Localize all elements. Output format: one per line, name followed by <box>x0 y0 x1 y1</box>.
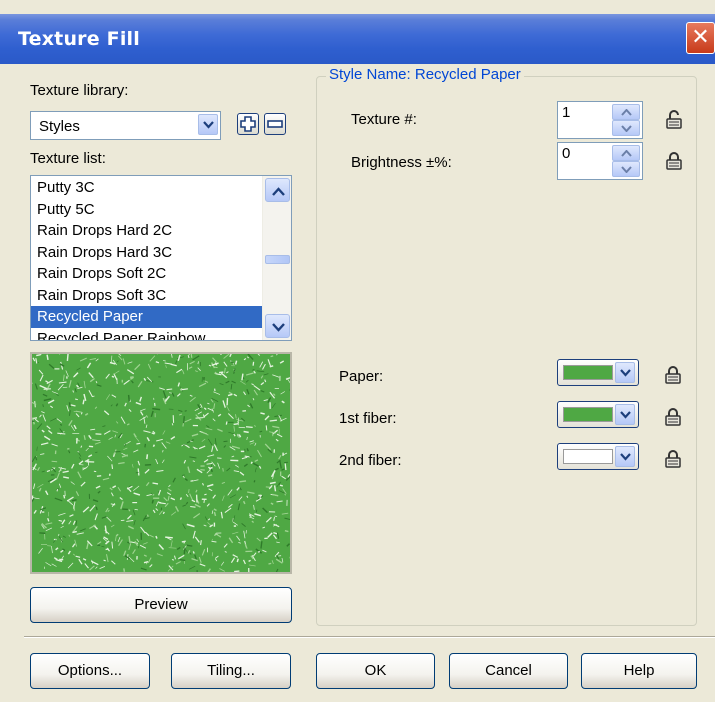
texture-number-label: Texture #: <box>351 111 417 128</box>
unlocked-icon[interactable] <box>664 110 684 130</box>
second-fiber-color-picker[interactable] <box>557 443 639 470</box>
lock-icon[interactable] <box>663 365 683 385</box>
second-fiber-label: 2nd fiber: <box>339 452 402 469</box>
texture-list[interactable]: Putty 3C Putty 5C Rain Drops Hard 2C Rai… <box>30 175 292 341</box>
cancel-button[interactable]: Cancel <box>449 653 568 689</box>
spin-down-button[interactable] <box>612 120 640 136</box>
footer-separator <box>24 636 715 638</box>
chevron-down-icon[interactable] <box>198 114 218 135</box>
preview-button[interactable]: Preview <box>30 587 292 623</box>
spin-up-button[interactable] <box>612 104 640 120</box>
first-fiber-label: 1st fiber: <box>339 410 397 427</box>
list-item[interactable]: Rain Drops Hard 3C <box>31 242 263 264</box>
style-name-title: Style Name: Recycled Paper <box>326 66 524 83</box>
ok-button[interactable]: OK <box>316 653 435 689</box>
chevron-down-icon[interactable] <box>615 404 635 425</box>
scroll-thumb[interactable] <box>265 255 290 264</box>
window-title: Texture Fill <box>18 28 140 50</box>
close-button[interactable]: ✕ <box>686 22 715 54</box>
list-item[interactable]: Rain Drops Soft 2C <box>31 263 263 285</box>
scroll-down-button[interactable] <box>265 314 290 338</box>
chevron-down-icon <box>272 323 285 332</box>
second-fiber-color-swatch <box>563 449 613 464</box>
texture-number-spinner[interactable]: 1 <box>557 101 643 139</box>
brightness-value[interactable]: 0 <box>562 145 570 162</box>
texture-list-label: Texture list: <box>30 150 106 167</box>
spin-down-button[interactable] <box>612 161 640 177</box>
list-scrollbar[interactable] <box>262 176 291 340</box>
paper-color-picker[interactable] <box>557 359 639 386</box>
texture-preview-image <box>30 352 292 574</box>
first-fiber-color-swatch <box>563 407 613 422</box>
minus-icon <box>267 120 283 128</box>
paper-color-swatch <box>563 365 613 380</box>
brightness-spinner[interactable]: 0 <box>557 142 643 180</box>
list-item[interactable]: Putty 3C <box>31 177 263 199</box>
texture-library-dropdown[interactable]: Styles <box>30 111 221 140</box>
brightness-label: Brightness ±%: <box>351 154 452 171</box>
list-item[interactable]: Putty 5C <box>31 199 263 221</box>
tiling-button[interactable]: Tiling... <box>171 653 291 689</box>
chevron-down-icon[interactable] <box>615 446 635 467</box>
list-item[interactable]: Rain Drops Hard 2C <box>31 220 263 242</box>
texture-library-value: Styles <box>39 118 80 135</box>
spin-up-button[interactable] <box>612 145 640 161</box>
plus-icon <box>240 116 256 132</box>
list-item-selected[interactable]: Recycled Paper <box>31 306 263 328</box>
lock-icon[interactable] <box>664 151 684 171</box>
list-item[interactable]: Rain Drops Soft 3C <box>31 285 263 307</box>
first-fiber-color-picker[interactable] <box>557 401 639 428</box>
texture-number-value[interactable]: 1 <box>562 104 570 121</box>
scroll-up-button[interactable] <box>265 178 290 202</box>
remove-library-button[interactable] <box>264 113 286 135</box>
options-button[interactable]: Options... <box>30 653 150 689</box>
add-library-button[interactable] <box>237 113 259 135</box>
paper-label: Paper: <box>339 368 384 385</box>
chevron-down-icon[interactable] <box>615 362 635 383</box>
list-item[interactable]: Recycled Paper Rainbow <box>31 328 263 341</box>
chevron-up-icon <box>272 187 285 196</box>
title-bar: Texture Fill ✕ <box>0 14 715 64</box>
lock-icon[interactable] <box>663 407 683 427</box>
lock-icon[interactable] <box>663 449 683 469</box>
texture-library-label: Texture library: <box>30 82 129 99</box>
help-button[interactable]: Help <box>581 653 697 689</box>
